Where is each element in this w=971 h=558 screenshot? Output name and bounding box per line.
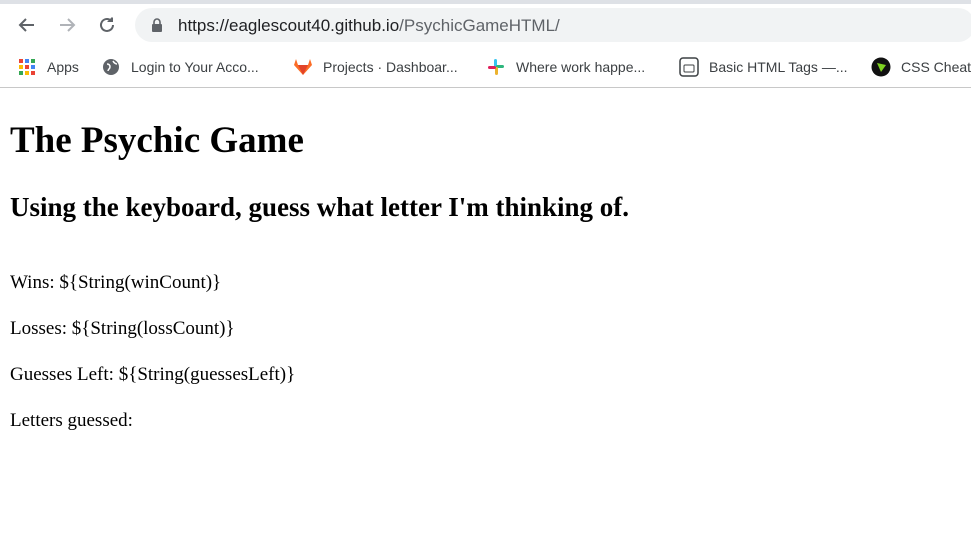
bookmarks-bar: Apps Login to Your Acco... Projects · Da… [0, 46, 971, 88]
browser-toolbar: https://eaglescout40.github.io/PsychicGa… [0, 4, 971, 46]
bookmark-css[interactable]: CSS Cheat [871, 56, 971, 78]
bookmark-label: CSS Cheat [901, 59, 971, 75]
forward-arrow-icon [60, 18, 76, 32]
address-bar[interactable]: https://eaglescout40.github.io/PsychicGa… [135, 8, 971, 42]
html-doc-icon [679, 57, 699, 77]
bookmark-label: Projects · Dashboar... [323, 59, 458, 75]
letters-guessed-text: Letters guessed: [10, 410, 133, 431]
bookmark-label: Where work happe... [516, 59, 646, 75]
bookmark-login[interactable]: Login to Your Acco... [101, 56, 259, 78]
bookmark-gitlab[interactable]: Projects · Dashboar... [293, 56, 458, 78]
reload-icon [100, 17, 114, 32]
globe-icon [101, 57, 121, 77]
page-title: The Psychic Game [10, 120, 304, 161]
bookmark-label: Login to Your Acco... [131, 59, 259, 75]
url-host: https://eaglescout40.github.io [178, 16, 400, 35]
bookmark-apps[interactable]: Apps [17, 56, 79, 78]
bookmark-slack[interactable]: Where work happe... [486, 56, 645, 78]
gitlab-icon [293, 57, 313, 77]
url-text: https://eaglescout40.github.io/PsychicGa… [178, 16, 560, 36]
wins-text: Wins: ${String(winCount)} [10, 272, 222, 293]
page-subtitle: Using the keyboard, guess what letter I'… [10, 192, 630, 222]
css-icon [871, 57, 891, 77]
losses-text: Losses: ${String(lossCount)} [10, 318, 235, 339]
forward-button[interactable] [53, 11, 81, 39]
slack-icon [486, 57, 506, 77]
back-arrow-icon [18, 18, 34, 32]
bookmark-label: Basic HTML Tags —... [709, 59, 848, 75]
reload-button[interactable] [93, 11, 121, 39]
lock-icon [152, 18, 162, 32]
back-button[interactable] [13, 11, 41, 39]
apps-grid-icon [17, 57, 37, 77]
guesses-left-text: Guesses Left: ${String(guessesLeft)} [10, 364, 296, 385]
url-path: /PsychicGameHTML/ [399, 16, 560, 35]
bookmark-label: Apps [47, 59, 79, 75]
bookmark-html-tags[interactable]: Basic HTML Tags —... [679, 56, 847, 78]
